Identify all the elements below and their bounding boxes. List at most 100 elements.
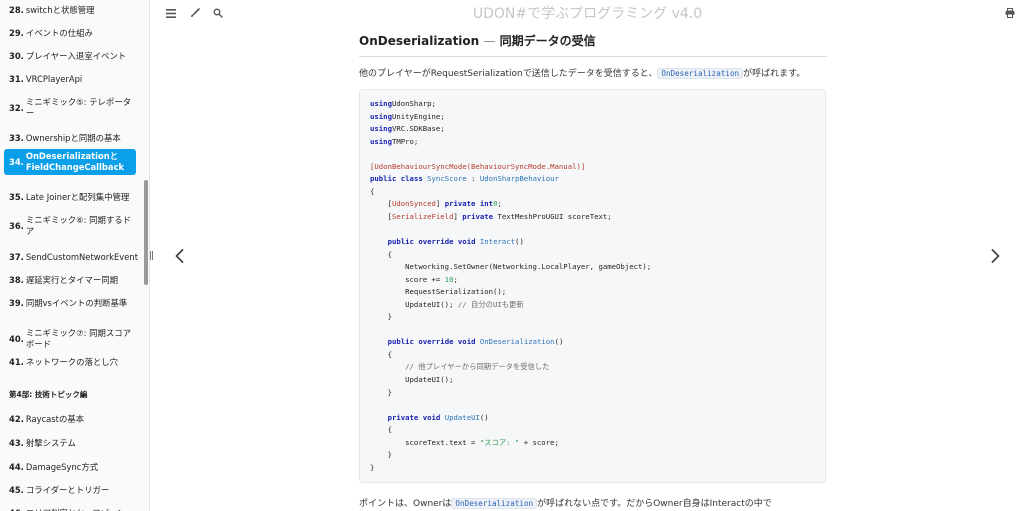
sidebar-item[interactable]: 43. 射撃システム	[0, 438, 142, 449]
code-token: override	[418, 337, 454, 347]
code-token: score +=	[370, 274, 445, 284]
sidebar-item[interactable]: 41. ネットワークの落とし穴	[0, 357, 142, 368]
sidebar-item[interactable]: 30. プレイヤー入退室イベント	[0, 51, 142, 62]
section-heading-title: OnDeserialization	[359, 34, 480, 48]
intro-text-after: が呼ばれます。	[743, 69, 806, 79]
code-token: // 自分のUIも更新	[457, 299, 524, 309]
sidebar-scrollbar[interactable]	[144, 180, 148, 285]
code-token: ()	[554, 337, 564, 347]
chevron-right-icon[interactable]	[987, 246, 1003, 266]
sidebar-item-number: 29.	[9, 28, 24, 38]
print-icon[interactable]	[1003, 6, 1017, 20]
sidebar-item-label: コライダーとトリガー	[25, 485, 110, 495]
sidebar-resize-handle[interactable]	[150, 251, 153, 260]
sidebar-item-label: 射撃システム	[25, 438, 76, 448]
code-line: usingTMPro;	[370, 136, 651, 149]
outro-text-after: が呼ばれない点です。だからOwner自身はInteractの中で	[537, 499, 772, 509]
code-line: UpdateUI(); // 自分のUIも更新	[370, 299, 651, 312]
sidebar-item-number: 37.	[9, 252, 24, 262]
code-token: using	[370, 111, 392, 121]
code-token: "スコア: "	[479, 437, 520, 447]
code-line: public override void OnDeserialization()	[370, 336, 651, 349]
sidebar-item[interactable]: 42. Raycastの基本	[0, 414, 142, 425]
chevron-left-icon[interactable]	[171, 246, 187, 266]
sidebar-item[interactable]: 44. DamageSync方式	[0, 462, 142, 473]
sidebar-item[interactable]: 32. ミニギミック⑤: テレポーター	[0, 97, 142, 119]
code-token: public	[387, 237, 414, 247]
code-token: scoreText.text =	[370, 437, 480, 447]
code-block: usingUdonSharp; usingUnityEngine; usingVRC…	[359, 89, 826, 483]
code-token: UpdateUI();	[370, 299, 458, 309]
code-line: usingVRC.SDKBase;	[370, 123, 651, 136]
sidebar-item-label: イベントの仕組み	[25, 28, 93, 38]
code-token: private	[387, 412, 419, 422]
code-token: OnDeserialization	[479, 337, 555, 347]
code-line: Networking.SetOwner(Networking.LocalPlay…	[370, 261, 651, 274]
sidebar-item[interactable]: 29. イベントの仕組み	[0, 28, 142, 39]
code-token: UdonSharp;	[391, 99, 436, 108]
code-line: {	[370, 424, 651, 437]
code-line: public class SyncScore : UdonSharpBehavi…	[370, 173, 651, 186]
sidebar-item-number: 28.	[9, 5, 24, 15]
sidebar-item-number: 42.	[9, 414, 24, 424]
toolbar: UDON#で学ぶプログラミング v4.0	[151, 0, 1024, 26]
code-token: {	[370, 349, 392, 359]
code-lines: usingUdonSharp; usingUnityEngine; usingVRC…	[370, 98, 651, 474]
sidebar-item-number: 33.	[9, 133, 24, 143]
code-token: RequestSerialization();	[370, 287, 507, 297]
page-title: UDON#で学ぶプログラミング v4.0	[472, 6, 703, 22]
sidebar-item[interactable]: 31. VRCPlayerApi	[0, 74, 142, 85]
code-line: {	[370, 349, 651, 362]
sidebar-item-number: 38.	[9, 275, 24, 285]
sidebar-item-number: 36.	[9, 220, 24, 231]
sidebar-item[interactable]: 40. ミニギミック⑦: 同期スコアボード	[0, 328, 142, 350]
sidebar-item[interactable]: 36. ミニギミック⑥: 同期するドア	[0, 215, 142, 237]
sidebar-item-label: プレイヤー入退室イベント	[25, 51, 127, 61]
sidebar-item-label: VRCPlayerApi	[25, 74, 83, 84]
code-line: [UdonSynced] private int0;	[370, 198, 651, 211]
code-token: ;	[453, 274, 458, 284]
sidebar-item[interactable]: 34. OnDeserializationとFieldChangeCallback	[4, 149, 136, 175]
sidebar-item-label: Raycastの基本	[25, 414, 85, 424]
sidebar-item[interactable]: 37. SendCustomNetworkEvent	[0, 252, 142, 263]
code-token: Networking.SetOwner(Networking.LocalPlay…	[370, 262, 652, 272]
code-line: UpdateUI();	[370, 374, 651, 387]
sidebar-item[interactable]: 45. コライダーとトリガー	[0, 485, 142, 496]
code-line: public override void Interact()	[370, 236, 651, 249]
sidebar-item[interactable]: 28. switchと状態管理	[0, 5, 142, 16]
code-token: using	[370, 99, 392, 108]
sidebar-item-number: 30.	[9, 51, 24, 61]
code-token: class	[400, 174, 423, 184]
code-token: UdonSharpBehaviour	[479, 174, 559, 184]
code-line: {	[370, 249, 651, 262]
code-token: VRC.SDKBase;	[391, 124, 445, 134]
code-line: // 他プレイヤーから同期データを受信した	[370, 361, 651, 374]
intro-text-before: 他のプレイヤーがRequestSerializationで送信したデータを受信す…	[359, 69, 658, 79]
code-token: public	[370, 174, 397, 184]
outro-text-before: ポイントは、Ownerは	[359, 499, 452, 509]
section-heading-dash: —	[483, 34, 496, 48]
sidebar-item[interactable]: 38. 遅延実行とタイマー同期	[0, 275, 142, 286]
code-token: private	[462, 211, 494, 221]
code-token: }	[370, 387, 392, 397]
code-token: {	[370, 186, 375, 196]
code-token: public	[387, 337, 414, 347]
sidebar-item-label: OnDeserializationとFieldChangeCallback	[25, 151, 125, 172]
code-token: }	[370, 450, 392, 460]
code-token: void	[457, 237, 476, 247]
sidebar-item[interactable]: 39. 同期vsイベントの判断基準	[0, 298, 142, 309]
sidebar: 28. switchと状態管理 29. イベントの仕組み 30. プレイヤー入退室イベント…	[0, 0, 150, 511]
sidebar-item[interactable]: 33. Ownershipと同期の基本	[0, 133, 142, 144]
sidebar-item[interactable]: 35. Late Joinerと配列集中管理	[0, 192, 142, 203]
code-token: int	[479, 199, 494, 209]
code-token: void	[457, 337, 476, 347]
code-line: }	[370, 311, 651, 324]
sidebar-item-number: 44.	[9, 462, 24, 472]
code-token: UdonSynced	[391, 199, 436, 209]
code-line: score += 10;	[370, 274, 651, 287]
